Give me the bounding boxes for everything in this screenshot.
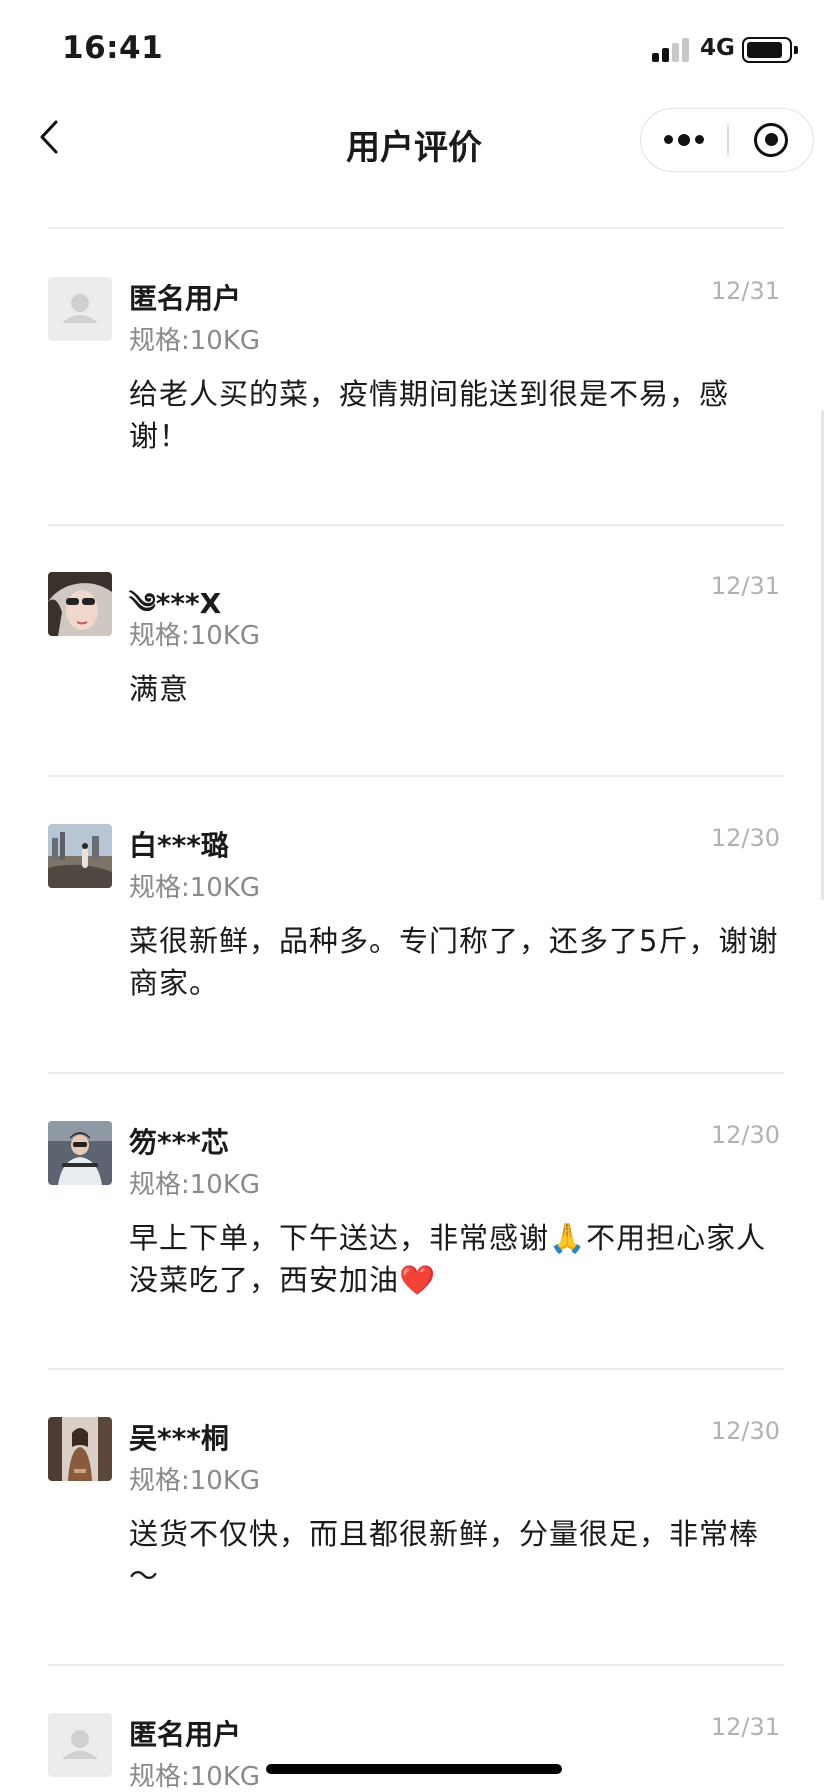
divider — [48, 1664, 784, 1666]
review-content: 送货不仅快，而且都很新鲜，分量很足，非常棒～ — [129, 1517, 760, 1593]
review-date: 12/31 — [710, 1713, 780, 1741]
mini-program-capsule — [640, 108, 814, 172]
network-type: 4G — [700, 35, 735, 61]
divider — [48, 1072, 784, 1074]
review-spec: 规格:10KG — [129, 326, 261, 356]
review-item: 匿名用户 12/31 规格:10KG 给老人买的菜，疫情期间能送到很是不易，感谢… — [0, 277, 828, 527]
reviewer-name: 匿名用户 — [129, 1718, 242, 1751]
reviewer-name: 吴***桐 — [129, 1422, 229, 1455]
review-content: 菜很新鲜，品种多。专门称了，还多了5斤，谢谢商家。 — [129, 924, 779, 1000]
signal-icon — [652, 38, 692, 62]
review-item: 吴***桐 12/30 规格:10KG 送货不仅快，而且都很新鲜，分量很足，非常… — [0, 1417, 828, 1667]
review-date: 12/30 — [710, 824, 780, 852]
close-mini-program-icon[interactable] — [729, 109, 813, 170]
avatar[interactable] — [48, 824, 112, 888]
review-list[interactable]: 匿名用户 12/31 规格:10KG 给老人买的菜，疫情期间能送到很是不易，感谢… — [0, 0, 828, 1792]
review-spec: 规格:10KG — [129, 1762, 261, 1792]
default-avatar[interactable] — [48, 277, 112, 341]
review-item: ༄***X 12/31 规格:10KG 满意 — [0, 572, 828, 822]
review-date: 12/31 — [710, 572, 780, 600]
divider — [48, 524, 784, 526]
divider — [48, 775, 784, 777]
status-time: 16:41 — [62, 30, 164, 66]
battery-icon — [742, 37, 798, 63]
review-spec: 规格:10KG — [129, 1466, 261, 1496]
home-indicator[interactable] — [266, 1764, 562, 1774]
divider — [48, 227, 784, 229]
more-icon[interactable] — [641, 109, 727, 170]
review-item: 笏***芯 12/30 规格:10KG 早上下单，下午送达，非常感谢🙏不用担心家… — [0, 1121, 828, 1371]
review-date: 12/31 — [710, 277, 780, 305]
review-spec: 规格:10KG — [129, 1170, 261, 1200]
status-bar: 16:41 4G — [0, 0, 828, 100]
review-spec: 规格:10KG — [129, 621, 261, 651]
default-avatar[interactable] — [48, 1713, 112, 1777]
review-date: 12/30 — [710, 1417, 780, 1445]
nav-bar: 用户评价 — [0, 100, 828, 205]
review-date: 12/30 — [710, 1121, 780, 1149]
review-content: 早上下单，下午送达，非常感谢🙏不用担心家人没菜吃了，西安加油❤️ — [129, 1221, 767, 1297]
review-content: 给老人买的菜，疫情期间能送到很是不易，感谢！ — [129, 377, 730, 453]
reviewer-name: 白***璐 — [129, 829, 229, 862]
avatar[interactable] — [48, 572, 112, 636]
avatar[interactable] — [48, 1121, 112, 1185]
divider — [48, 1368, 784, 1370]
reviewer-name: 匿名用户 — [129, 282, 242, 315]
avatar[interactable] — [48, 1417, 112, 1481]
reviewer-name: 笏***芯 — [129, 1126, 229, 1159]
review-item: 匿名用户 12/31 规格:10KG — [0, 1713, 828, 1792]
scrollbar[interactable] — [821, 410, 824, 900]
review-item: 白***璐 12/30 规格:10KG 菜很新鲜，品种多。专门称了，还多了5斤，… — [0, 824, 828, 1074]
review-spec: 规格:10KG — [129, 873, 261, 903]
review-content: 满意 — [129, 672, 190, 706]
